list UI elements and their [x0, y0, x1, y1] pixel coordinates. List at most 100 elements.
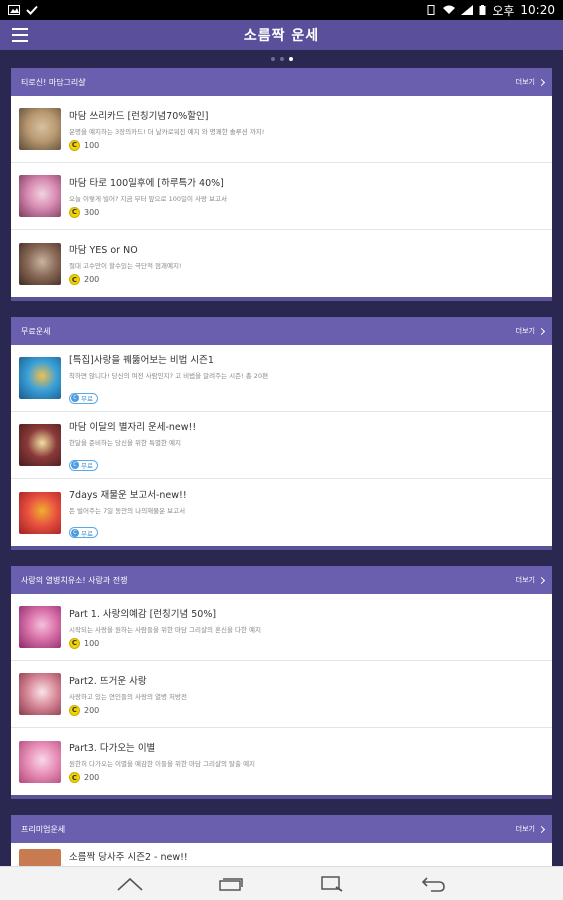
item-title: 소름짝 당사주 시즌2 - new!!: [69, 852, 188, 863]
thumbnail-image: [19, 491, 61, 534]
item-description: 원한히 다가오는 이별을 예감한 이들을 위한 마담 그리샬의 탈출 예지: [69, 760, 256, 768]
more-link[interactable]: 더보기: [515, 326, 546, 336]
list-item[interactable]: 7days 재물운 보고서-new!! 돈 벌어주는 7일 동안의 나의재물운 …: [11, 479, 552, 546]
coin-icon: C: [69, 704, 80, 716]
section-free: 무료운세 더보기 [특집]사랑을 꿰뚫어보는 비법 시즌1 착하면 않니다! 당…: [11, 317, 552, 546]
home-button[interactable]: [116, 875, 144, 893]
section-header: 프리미엄운세 더보기: [11, 815, 552, 843]
more-label: 더보기: [515, 825, 535, 833]
section-title: 프리미엄운세: [21, 824, 66, 834]
more-label: 더보기: [515, 78, 535, 86]
item-title: 7days 재물운 보고서-new!!: [69, 489, 187, 501]
item-price: C 200: [69, 704, 544, 716]
more-link[interactable]: 더보기: [515, 575, 546, 585]
item-description: 운명을 예지하는 3장의카드! 더 날카로워진 예지 와 명쾌한 솔루션 까지!: [69, 127, 265, 136]
list-item[interactable]: 마담 YES or NO 절대 고수만이 할수있는 극단적 점괘예지! C 200: [11, 230, 552, 297]
free-label: 무료: [81, 395, 93, 404]
chevron-right-icon: [537, 576, 546, 584]
page-title: 소름짝 운세: [243, 28, 320, 44]
price-value: 100: [84, 140, 100, 150]
free-badge: C 무료: [69, 527, 98, 539]
app-header: 소름짝 운세: [0, 20, 563, 50]
thumbnail-image: [19, 424, 61, 466]
page-dot[interactable]: [270, 57, 275, 61]
check-notification-icon: [26, 5, 38, 15]
vibrate-icon: [427, 5, 435, 15]
status-bar: 오후 10:20: [0, 0, 563, 20]
item-title: Part2. 뜨거운 사랑: [69, 675, 147, 687]
coin-icon: C: [69, 274, 80, 285]
item-price: C 200: [69, 772, 544, 783]
list-item[interactable]: 마담 이달의 별자리 운세-new!! 한달을 준비하는 당신을 위한 특별한 …: [11, 412, 552, 479]
list-item[interactable]: [특집]사랑을 꿰뚫어보는 비법 시즌1 착하면 않니다! 당신의 여전 사람인…: [11, 345, 552, 412]
item-title: 마담 쓰리카드 [런칭기념70%할인]: [69, 110, 209, 122]
more-link[interactable]: 더보기: [515, 824, 546, 834]
recent-apps-button[interactable]: [217, 875, 245, 893]
item-description: 돈 벌어주는 7일 동안의 나의재물운 보고서: [69, 506, 186, 515]
coin-icon: C: [69, 206, 80, 218]
chevron-right-icon: [537, 825, 546, 833]
status-time: 10:20: [520, 3, 555, 17]
item-title: 마담 타로 100일후에 [하루특가 40%]: [69, 177, 224, 189]
list-item[interactable]: Part2. 뜨거운 사랑 사랑하고 있는 연인들의 사랑의 열병 처방전 C2…: [11, 661, 552, 728]
system-nav-bar: [0, 866, 563, 900]
item-description: 사랑하고 있는 연인들의 사랑의 열병 처방전: [69, 692, 187, 701]
list-item[interactable]: Part 1. 사랑의예감 [런칭기념 50%] 시작되는 사랑을 원하는 사람…: [11, 594, 552, 661]
item-title: 마담 YES or NO: [69, 245, 138, 256]
section-love: 사랑의 열병치유소! 사랑과 전쟁 더보기 Part 1. 사랑의예감 [런칭기…: [11, 566, 552, 795]
price-value: 100: [84, 638, 100, 648]
section-title: 무료운세: [21, 326, 51, 336]
thumbnail-image: [19, 242, 61, 285]
item-title: Part 1. 사랑의예감 [런칭기념 50%]: [69, 608, 217, 620]
price-value: 200: [84, 275, 100, 284]
item-description: 착하면 않니다! 당신의 여전 사람인지? 고 비법을 알려주는 시즌! 총 2…: [69, 372, 269, 381]
list-item[interactable]: Part3. 다가오는 이별 원한히 다가오는 이별을 예감한 이들을 위한 마…: [11, 728, 552, 795]
list-item[interactable]: 마담 쓰리카드 [런칭기념70%할인] 운명을 예지하는 3장의카드! 더 날카…: [11, 96, 552, 163]
section-title: 티로신! 마담그리샬: [21, 77, 86, 87]
search-button[interactable]: [318, 875, 346, 893]
price-value: 200: [84, 773, 100, 782]
section-header: 사랑의 열병치유소! 사랑과 전쟁 더보기: [11, 566, 552, 594]
thumbnail-image: [19, 673, 61, 715]
chevron-right-icon: [537, 327, 546, 335]
section-title: 사랑의 열병치유소! 사랑과 전쟁: [21, 575, 128, 585]
back-button[interactable]: [419, 875, 447, 893]
coin-icon: C: [69, 637, 80, 649]
free-badge: C 무료: [69, 459, 98, 471]
free-label: 무료: [81, 462, 93, 471]
item-description: 오늘 이렇게 빌어? 지금 부터 앞으로 100일이 사랑 보고서: [69, 194, 227, 203]
search-icon: [321, 875, 343, 892]
free-coin-icon: C: [71, 394, 79, 403]
item-description: 한달을 준비하는 당신을 위한 특별한 예지: [69, 439, 181, 448]
free-badge: C 무료: [69, 392, 98, 404]
item-description: 절대 고수만이 할수있는 극단적 점괘예지!: [69, 262, 182, 270]
coin-icon: C: [69, 139, 80, 151]
more-link[interactable]: 더보기: [515, 77, 546, 87]
item-title: [특집]사랑을 꿰뚫어보는 비법 시즌1: [69, 355, 214, 367]
price-value: 200: [84, 705, 100, 715]
page-dot-active[interactable]: [288, 57, 293, 61]
free-coin-icon: C: [71, 528, 79, 537]
more-label: 더보기: [515, 327, 535, 335]
section-header: 티로신! 마담그리샬 더보기: [11, 68, 552, 96]
free-label: 무료: [81, 529, 93, 538]
more-label: 더보기: [515, 576, 535, 584]
item-price: C 200: [69, 274, 544, 285]
thumbnail-image: [19, 740, 61, 783]
thumbnail-image: [19, 606, 61, 648]
item-price: C 300: [69, 206, 544, 218]
home-icon: [117, 877, 143, 891]
price-value: 300: [84, 207, 100, 217]
image-notification-icon: [8, 5, 20, 15]
menu-icon[interactable]: [12, 28, 28, 42]
page-dot[interactable]: [279, 57, 284, 61]
thumbnail-image: [19, 357, 61, 399]
coin-icon: C: [69, 772, 80, 783]
item-title: 마담 이달의 별자리 운세-new!!: [69, 422, 197, 434]
thumbnail-image: [19, 175, 61, 217]
recent-apps-icon: [219, 877, 243, 891]
battery-icon: [479, 5, 486, 15]
item-price: C 100: [69, 139, 544, 151]
thumbnail-image: [19, 108, 61, 150]
list-item[interactable]: 마담 타로 100일후에 [하루특가 40%] 오늘 이렇게 빌어? 지금 부터…: [11, 163, 552, 230]
